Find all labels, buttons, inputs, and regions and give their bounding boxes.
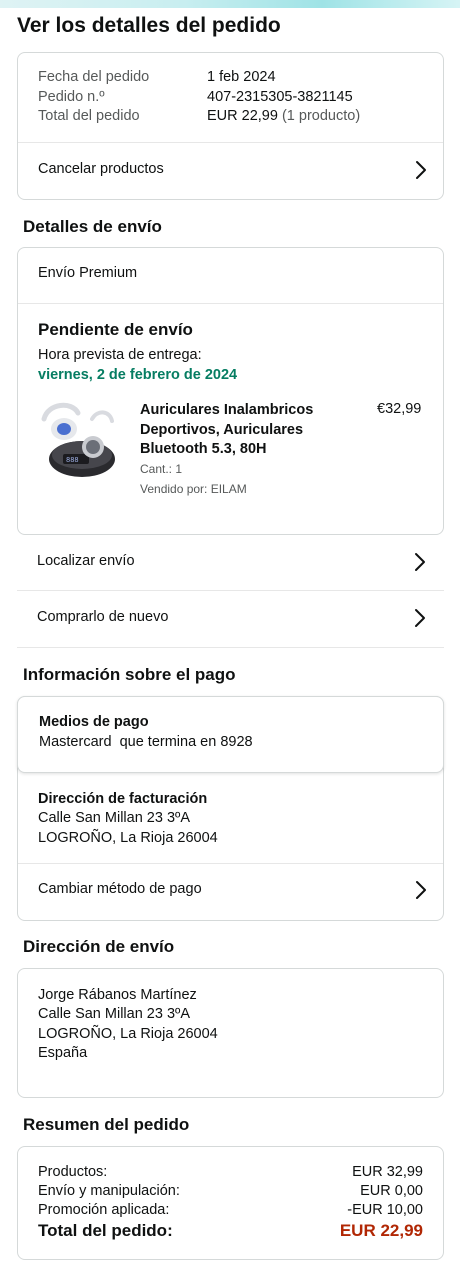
track-shipment-label: Localizar envío — [37, 553, 135, 569]
order-summary-card: Productos: EUR 32,99 Envío y manipulació… — [17, 1146, 444, 1260]
summary-total-value: EUR 22,99 — [339, 1221, 423, 1240]
page-title: Ver los detalles del pedido — [17, 14, 281, 37]
order-total-value: EUR 22,99 (1 producto) — [207, 108, 360, 124]
payment-method-title: Medios de pago — [39, 714, 149, 730]
order-info-card: Fecha del pedido 1 feb 2024 Pedido n.º 4… — [17, 52, 444, 200]
delivery-address-card: Jorge Rábanos Martínez Calle San Millan … — [17, 968, 444, 1098]
summary-products-value: EUR 32,99 — [352, 1164, 423, 1180]
order-number-value: 407-2315305-3821145 — [207, 89, 353, 105]
order-date-value: 1 feb 2024 — [207, 69, 276, 85]
buy-again-row[interactable]: Comprarlo de nuevo — [17, 591, 444, 648]
summary-total-row: Total del pedido: EUR 22,99 — [38, 1221, 423, 1241]
product-price: €32,99 — [377, 401, 422, 417]
summary-shipping-value: EUR 0,00 — [360, 1183, 423, 1199]
top-accent-strip — [0, 0, 460, 8]
delivery-name: Jorge Rábanos Martínez — [38, 987, 197, 1003]
chevron-right-icon — [414, 160, 428, 180]
change-payment-label: Cambiar método de pago — [38, 881, 202, 897]
divider — [18, 303, 443, 304]
change-payment-row[interactable]: Cambiar método de pago — [18, 864, 443, 920]
chevron-right-icon — [413, 552, 427, 572]
delivery-address-title: Dirección de envío — [23, 937, 175, 956]
eta-label: Hora prevista de entrega: — [38, 347, 202, 363]
payment-method-box[interactable]: Medios de pago Mastercard que termina en… — [17, 696, 444, 773]
order-total-label: Total del pedido — [38, 108, 140, 124]
payment-card: Medios de pago Mastercard que termina en… — [17, 696, 444, 921]
order-total-count: (1 producto) — [281, 108, 361, 124]
payment-info-title: Información sobre el pago — [23, 665, 236, 684]
billing-address-line1: Calle San Millan 23 3ºA — [38, 810, 190, 826]
order-summary-title: Resumen del pedido — [23, 1115, 190, 1134]
delivery-line1: Calle San Millan 23 3ºA — [38, 1006, 190, 1022]
earbuds-product-image[interactable]: 888 — [38, 399, 116, 481]
order-number-label: Pedido n.º — [38, 89, 105, 105]
summary-promo-value: -EUR 10,00 — [347, 1202, 423, 1218]
billing-address-title: Dirección de facturación — [38, 791, 208, 807]
summary-promo-row: Promoción aplicada: -EUR 10,00 — [38, 1202, 423, 1218]
summary-shipping-label: Envío y manipulación: — [38, 1183, 180, 1199]
billing-address-line2: LOGROÑO, La Rioja 26004 — [38, 830, 218, 846]
order-total-amount: EUR 22,99 — [207, 108, 278, 124]
delivery-country: España — [38, 1045, 88, 1061]
order-date-label: Fecha del pedido — [38, 69, 150, 85]
summary-promo-label: Promoción aplicada: — [38, 1202, 170, 1218]
summary-shipping-row: Envío y manipulación: EUR 0,00 — [38, 1183, 423, 1199]
delivery-line2: LOGROÑO, La Rioja 26004 — [38, 1026, 218, 1042]
chevron-right-icon — [413, 608, 427, 628]
buy-again-label: Comprarlo de nuevo — [37, 609, 169, 625]
track-shipment-row[interactable]: Localizar envío — [17, 535, 444, 591]
payment-method-value: Mastercard que termina en 8928 — [39, 734, 253, 750]
summary-total-label: Total del pedido: — [38, 1221, 173, 1240]
product-title[interactable]: Auriculares Inalambricos Deportivos, Aur… — [140, 401, 330, 460]
product-seller: Vendido por: EILAM — [140, 482, 247, 496]
shipping-details-title: Detalles de envío — [23, 217, 162, 236]
chevron-right-icon — [414, 880, 428, 900]
summary-products-row: Productos: EUR 32,99 — [38, 1164, 423, 1180]
cancel-products-row[interactable]: Cancelar productos — [18, 143, 443, 199]
cancel-products-label: Cancelar productos — [38, 161, 164, 177]
shipping-service: Envío Premium — [38, 265, 138, 281]
shipping-status: Pendiente de envío — [38, 320, 193, 339]
eta-value: viernes, 2 de febrero de 2024 — [38, 367, 238, 383]
svg-text:888: 888 — [66, 456, 79, 464]
summary-products-label: Productos: — [38, 1164, 108, 1180]
product-quantity: Cant.: 1 — [140, 462, 183, 476]
shipping-details-card: Envío Premium Pendiente de envío Hora pr… — [17, 247, 444, 535]
